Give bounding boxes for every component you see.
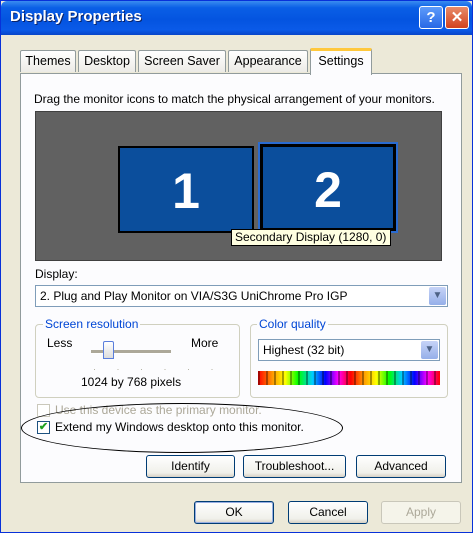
resolution-group-title: Screen resolution: [43, 317, 141, 331]
window-title: Display Properties: [10, 8, 142, 25]
color-quality-group-title: Color quality: [257, 317, 328, 331]
help-button[interactable]: ?: [419, 6, 443, 29]
display-select[interactable]: 2. Plug and Play Monitor on VIA/S3G UniC…: [35, 285, 448, 307]
display-select-value: 2. Plug and Play Monitor on VIA/S3G UniC…: [40, 289, 348, 303]
monitor-2-icon[interactable]: 2: [258, 142, 398, 233]
tab-screen-saver[interactable]: Screen Saver: [138, 50, 226, 72]
identify-button[interactable]: Identify: [146, 455, 235, 478]
tab-desktop[interactable]: Desktop: [78, 50, 136, 72]
help-icon: ?: [426, 9, 436, 26]
arrangement-instruction: Drag the monitor icons to match the phys…: [34, 92, 435, 106]
color-spectrum-bar: [258, 371, 440, 385]
close-button[interactable]: ✕: [445, 6, 469, 29]
chevron-down-icon[interactable]: ▼: [429, 287, 446, 305]
title-bar[interactable]: Display Properties ? ✕: [1, 1, 472, 35]
resolution-less-label: Less: [47, 336, 73, 350]
resolution-slider-ticks: · · · · · ·: [93, 364, 223, 374]
tab-settings[interactable]: Settings: [310, 48, 372, 75]
display-properties-window: Display Properties ? ✕ Themes Desktop Sc…: [0, 0, 473, 533]
highlight-ellipse: [21, 403, 343, 453]
ok-button[interactable]: OK: [194, 501, 274, 524]
troubleshoot-button[interactable]: Troubleshoot...: [243, 455, 346, 478]
tab-themes[interactable]: Themes: [20, 50, 76, 72]
resolution-slider-thumb[interactable]: [103, 341, 114, 359]
cancel-button[interactable]: Cancel: [288, 501, 368, 524]
color-quality-select[interactable]: Highest (32 bit) ▼: [258, 339, 440, 361]
apply-button[interactable]: Apply: [381, 501, 461, 524]
resolution-more-label: More: [191, 336, 219, 350]
monitor-1-icon[interactable]: 1: [118, 146, 254, 233]
color-quality-value: Highest (32 bit): [263, 343, 345, 357]
chevron-down-icon[interactable]: ▼: [421, 341, 438, 359]
color-quality-group: [250, 324, 448, 398]
display-label: Display:: [35, 267, 78, 281]
close-icon: ✕: [450, 9, 464, 26]
tab-appearance[interactable]: Appearance: [228, 50, 308, 72]
resolution-value: 1024 by 768 pixels: [81, 375, 182, 389]
advanced-button[interactable]: Advanced: [356, 455, 446, 478]
monitor-tooltip: Secondary Display (1280, 0): [231, 229, 391, 246]
